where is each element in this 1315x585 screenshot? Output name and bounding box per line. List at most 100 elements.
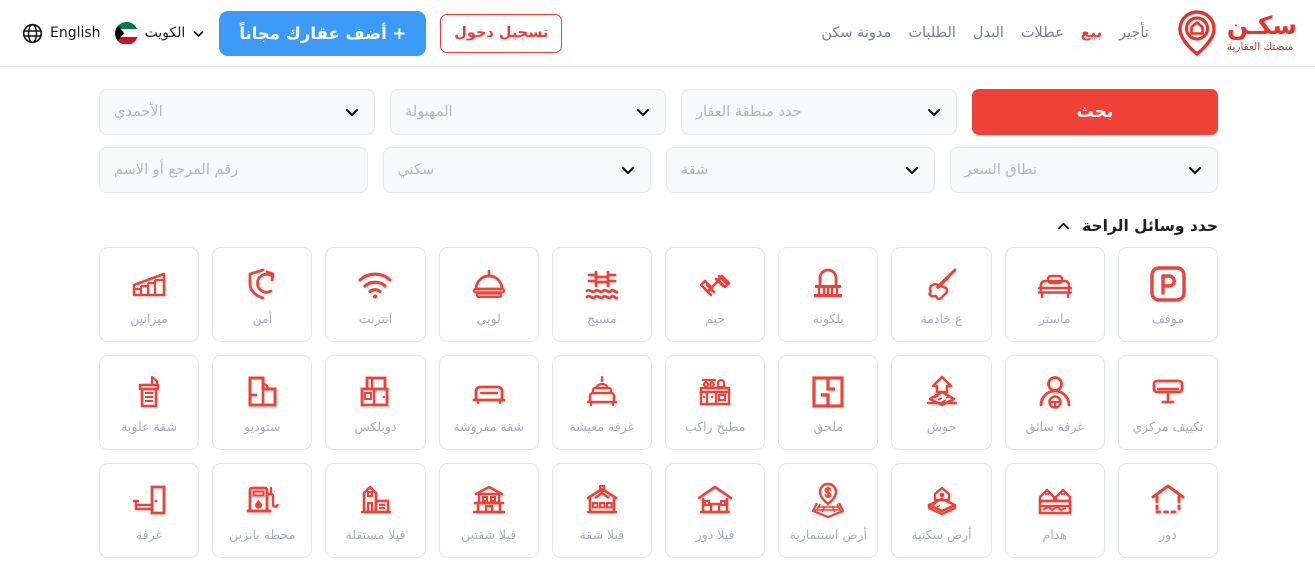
floor-plan-annex-icon xyxy=(807,371,849,413)
nav-item-1[interactable]: بيع xyxy=(1081,25,1102,41)
amenity-tile-villa-floor[interactable]: فيلا دور xyxy=(664,463,766,558)
city-select[interactable]: المهبولة xyxy=(390,89,666,135)
add-property-button[interactable]: + أضف عقارك مجاناً xyxy=(219,10,427,56)
chevron-up-icon[interactable] xyxy=(1056,219,1071,234)
amenity-tile-villa-apartment[interactable]: فيلا شقة xyxy=(551,463,652,558)
amenity-tile-parking[interactable]: موقف xyxy=(1117,247,1218,342)
amenity-tile-room[interactable]: غرفة xyxy=(98,463,200,558)
amenity-tile-central-ac[interactable]: تكييف مركزي xyxy=(1117,355,1218,450)
amenity-label: شقة مفروشة xyxy=(453,418,524,434)
amenity-tile-balcony[interactable]: بلكونة xyxy=(778,247,879,342)
reference-search-input[interactable]: رقم المرجع أو الاسم xyxy=(99,147,368,193)
amenity-label: ميزانين xyxy=(130,310,168,326)
property-type-select[interactable]: شقة xyxy=(666,147,935,193)
nav-item-3[interactable]: البدل xyxy=(973,25,1004,41)
nav-item-0[interactable]: تأجير xyxy=(1119,25,1149,41)
chevron-down-icon xyxy=(1187,162,1203,178)
price-range-select[interactable]: نطاق السعر xyxy=(949,147,1218,193)
amenity-tile-standalone-villa[interactable]: فيلا مستقلة xyxy=(325,463,426,558)
site-header: سكـن منصتك العقارية تأجير بيع عطلات البد… xyxy=(0,0,1315,67)
amenity-label: أمن xyxy=(252,310,273,326)
search-row-1: بحث حدد منطقة العقار المهبولة الأحمدي xyxy=(99,89,1218,135)
amenity-label: ماستر xyxy=(1038,310,1071,326)
amenity-tile-living-room[interactable]: غرفة معيشة xyxy=(551,355,652,450)
nav-item-4[interactable]: الطلبات xyxy=(908,25,956,41)
amenities-header[interactable]: حدد وسائل الراحة xyxy=(0,205,1315,235)
gas-station-icon xyxy=(241,479,283,521)
amenity-tile-maid-room[interactable]: غ خادمة xyxy=(891,247,992,342)
amenity-tile-demolition[interactable]: هدام xyxy=(1004,463,1105,558)
amenity-tile-furnished-apartment[interactable]: شقة مفروشة xyxy=(438,355,539,450)
amenity-label: تكييف مركزي xyxy=(1132,418,1204,434)
amenity-label: هدام xyxy=(1042,526,1067,542)
amenity-tile-annex[interactable]: ملحق xyxy=(778,355,879,450)
amenity-tile-gas-station[interactable]: محطة بانزين xyxy=(212,463,313,558)
amenity-label: حوش xyxy=(926,418,957,434)
main-nav: تأجير بيع عطلات البدل الطلبات مدونة سكن xyxy=(821,25,1149,41)
reference-placeholder: رقم المرجع أو الاسم xyxy=(114,162,239,178)
language-selector[interactable]: English xyxy=(22,23,101,44)
amenity-label: فيلا شقتين xyxy=(461,526,517,542)
service-bell-icon xyxy=(468,263,510,305)
city-select-value: المهبولة xyxy=(405,104,453,120)
amenity-tile-courtyard[interactable]: حوش xyxy=(891,355,992,450)
amenity-tile-investment-land[interactable]: أرض استثمارية xyxy=(778,463,879,558)
nav-item-5[interactable]: مدونة سكن xyxy=(821,25,891,41)
purpose-select[interactable]: سكني xyxy=(382,147,651,193)
amenity-tile-master-bedroom[interactable]: ماستر xyxy=(1004,247,1105,342)
bed-icon xyxy=(1034,263,1076,305)
chevron-down-icon xyxy=(904,162,920,178)
amenity-label: غرفة xyxy=(136,526,163,542)
purpose-value: سكني xyxy=(397,162,435,178)
amenity-tile-mezzanine[interactable]: ميزانين xyxy=(98,247,200,342)
nav-item-2[interactable]: عطلات xyxy=(1021,25,1064,41)
penthouse-icon xyxy=(128,371,170,413)
location-pin-home-logo-icon xyxy=(1175,10,1219,57)
amenity-tile-security[interactable]: أمن xyxy=(212,247,313,342)
amenity-label: جيم xyxy=(705,310,725,326)
header-actions: تسجيل دخول + أضف عقارك مجاناً الكويت Eng… xyxy=(22,10,563,56)
chevron-down-icon xyxy=(344,104,360,120)
chevron-down-icon xyxy=(926,104,942,120)
amenity-tile-pool[interactable]: مسبح xyxy=(551,247,652,342)
amenity-tile-lobby[interactable]: لوبي xyxy=(438,247,539,342)
amenity-tile-duplex[interactable]: دوبلكس xyxy=(325,355,426,450)
standalone-villa-icon xyxy=(354,479,396,521)
search-button[interactable]: بحث xyxy=(972,89,1218,135)
amenity-label: دوبلكس xyxy=(354,418,397,434)
price-range-value: نطاق السعر xyxy=(964,162,1038,178)
kuwait-flag-icon xyxy=(114,21,138,45)
driver-icon xyxy=(1034,371,1076,413)
brand-tagline: منصتك العقارية xyxy=(1226,41,1294,54)
investment-land-icon xyxy=(807,479,849,521)
amenity-tile-villa-two-apartments[interactable]: فيلا شقتين xyxy=(438,463,539,558)
chevron-down-icon xyxy=(620,162,636,178)
amenity-label: مطبخ راكب xyxy=(684,418,746,434)
amenity-tile-studio[interactable]: ستوديو xyxy=(212,355,313,450)
amenity-tile-internet[interactable]: انترنت xyxy=(325,247,426,342)
amenity-label: شقة علوية xyxy=(121,418,177,434)
amenity-label: فيلا دور xyxy=(695,526,735,542)
amenity-label: ملحق xyxy=(813,418,843,434)
air-conditioner-icon xyxy=(1147,371,1189,413)
governorate-select[interactable]: الأحمدي xyxy=(99,89,375,135)
amenities-row-2: تكييف مركزي غرفة سائق حوش ملحق مطبخ راكب… xyxy=(98,355,1218,450)
amenity-tile-penthouse[interactable]: شقة علوية xyxy=(98,355,200,450)
residential-land-icon xyxy=(921,479,963,521)
area-select[interactable]: حدد منطقة العقار xyxy=(681,89,957,135)
login-button[interactable]: تسجيل دخول xyxy=(440,13,563,53)
courtyard-house-icon xyxy=(921,371,963,413)
amenity-tile-gym[interactable]: جيم xyxy=(664,247,766,342)
amenity-label: فيلا مستقلة xyxy=(345,526,406,542)
amenity-tile-fitted-kitchen[interactable]: مطبخ راكب xyxy=(664,355,766,450)
country-selector[interactable]: الكويت xyxy=(114,21,206,45)
brand-text: سكـن منصتك العقارية xyxy=(1227,13,1297,53)
amenity-tile-residential-land[interactable]: أرض سكنية xyxy=(891,463,992,558)
brand-logo-group[interactable]: سكـن منصتك العقارية xyxy=(1175,10,1297,57)
amenities-row-1: موقف ماستر غ خادمة بلكونة جيم مسبح لوبي … xyxy=(98,247,1218,342)
amenity-label: محطة بانزين xyxy=(229,526,296,542)
amenity-tile-floor[interactable]: دور xyxy=(1117,463,1218,558)
feather-duster-icon xyxy=(921,263,963,305)
amenity-label: غرفة سائق xyxy=(1025,418,1084,434)
amenity-tile-driver-room[interactable]: غرفة سائق xyxy=(1004,355,1105,450)
